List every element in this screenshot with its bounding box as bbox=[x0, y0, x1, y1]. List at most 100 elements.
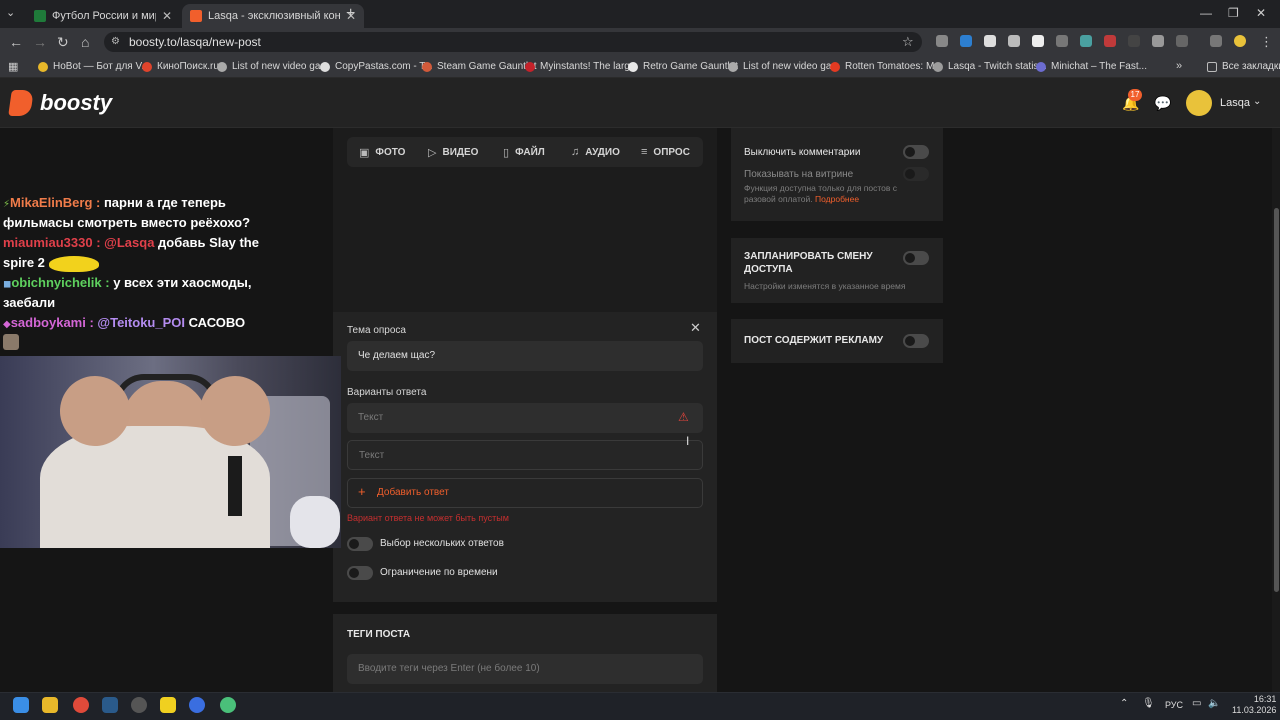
app-icon[interactable] bbox=[220, 697, 236, 713]
home-icon[interactable]: ⌂ bbox=[81, 34, 89, 50]
extension-icon[interactable] bbox=[960, 35, 972, 47]
all-bookmarks[interactable]: Все закладки bbox=[1207, 61, 1280, 72]
maximize-icon[interactable]: ❐ bbox=[1228, 6, 1239, 20]
tab-search-icon[interactable]: ⌄ bbox=[6, 6, 15, 19]
bookmark-item[interactable]: CopyPastas.com - T... bbox=[320, 61, 433, 72]
disable-comments-toggle[interactable] bbox=[903, 145, 929, 159]
bookmark-item[interactable]: Lasqa - Twitch statis... bbox=[933, 61, 1047, 72]
answer-input-1[interactable]: Текст bbox=[347, 403, 703, 433]
image-icon: ▣ bbox=[359, 147, 370, 159]
extension-icon[interactable] bbox=[1008, 35, 1020, 47]
add-answer-button[interactable]: + Добавить ответ bbox=[347, 478, 703, 508]
ad-title: ПОСТ СОДЕРЖИТ РЕКЛАМУ bbox=[744, 335, 884, 346]
bookmark-item[interactable]: Retro Game Gauntlet bbox=[628, 61, 738, 72]
extension-icon[interactable] bbox=[1032, 35, 1044, 47]
site-info-icon[interactable]: ⚙ bbox=[111, 36, 120, 47]
extensions-puzzle-icon[interactable] bbox=[1176, 35, 1188, 47]
boosty-wordmark[interactable]: boosty bbox=[40, 90, 112, 116]
chrome-icon[interactable] bbox=[73, 697, 89, 713]
profile-icon[interactable] bbox=[1234, 35, 1246, 47]
audio-button[interactable]: ♫ АУДИО bbox=[571, 146, 620, 158]
showcase-toggle bbox=[903, 167, 929, 181]
reload-icon[interactable]: ↻ bbox=[57, 34, 69, 51]
browser-tab-football[interactable]: Футбол России и мира 2026 - ✕ bbox=[26, 4, 180, 28]
site-header bbox=[0, 78, 1280, 128]
chat-line: ◼obichnyichelik : у всех эти хаосмоды, bbox=[3, 275, 252, 290]
file-explorer-icon[interactable] bbox=[42, 697, 58, 713]
more-bookmarks-icon[interactable]: » bbox=[1176, 60, 1182, 72]
file-button[interactable]: ▯ ФАЙЛ bbox=[503, 146, 545, 159]
browser-tab-lasqa[interactable]: Lasqa - эксклюзивный контен ✕ bbox=[182, 4, 364, 28]
schedule-title: ЗАПЛАНИРОВАТЬ СМЕНУ ДОСТУПА bbox=[744, 251, 873, 275]
poll-button[interactable]: ≡ ОПРОС bbox=[641, 146, 690, 158]
avatar[interactable] bbox=[1186, 90, 1212, 116]
warning-icon: ⚠ bbox=[678, 410, 689, 424]
obs-icon[interactable] bbox=[131, 697, 147, 713]
bookmark-item[interactable]: List of new video ga... bbox=[728, 61, 840, 72]
extension-icon[interactable] bbox=[1104, 35, 1116, 47]
video-button[interactable]: ▷ ВИДЕО bbox=[428, 146, 478, 159]
time-limit-toggle[interactable] bbox=[347, 566, 373, 580]
back-icon[interactable]: ← bbox=[9, 34, 23, 50]
tags-input[interactable]: Вводите теги через Enter (не более 10) bbox=[347, 654, 703, 684]
showcase-note: Функция доступна только для постов с раз… bbox=[744, 183, 898, 204]
microphone-icon[interactable]: 🎙 bbox=[1142, 698, 1155, 709]
bookmark-item[interactable]: НоBot — Бот для V... bbox=[38, 61, 150, 72]
bookmark-item[interactable]: Minichat – The Fast... bbox=[1036, 61, 1147, 72]
notification-badge: 17 bbox=[1128, 89, 1142, 101]
bookmark-star-icon[interactable]: ☆ bbox=[902, 34, 914, 50]
scrollbar-thumb[interactable] bbox=[1274, 208, 1279, 592]
volume-icon[interactable]: 🔈 bbox=[1208, 698, 1220, 709]
tags-title: ТЕГИ ПОСТА bbox=[347, 629, 411, 640]
tab-title: Lasqa - эксклюзивный контен bbox=[208, 10, 340, 22]
close-window-icon[interactable]: ✕ bbox=[1256, 6, 1266, 20]
schedule-toggle[interactable] bbox=[903, 251, 929, 265]
menu-kebab-icon[interactable]: ⋮ bbox=[1260, 34, 1273, 50]
chat-line: ⚡MikaElinBerg : парни а где теперь bbox=[3, 195, 226, 210]
username[interactable]: Lasqa bbox=[1220, 97, 1250, 109]
minimize-icon[interactable]: — bbox=[1200, 6, 1212, 20]
app-icon[interactable] bbox=[160, 697, 176, 713]
network-icon[interactable]: ▭ bbox=[1192, 698, 1201, 709]
file-icon: ▯ bbox=[503, 147, 510, 159]
tab-favicon bbox=[190, 10, 202, 22]
answer-input-2[interactable]: Текст bbox=[347, 440, 703, 470]
apps-grid-icon[interactable]: ▦ bbox=[8, 60, 18, 73]
steam-icon[interactable] bbox=[102, 697, 118, 713]
bookmark-item[interactable]: Rotten Tomatoes: M... bbox=[830, 61, 943, 72]
messages-icon[interactable]: 💬 bbox=[1154, 95, 1171, 112]
new-tab-icon[interactable]: + bbox=[346, 5, 355, 23]
multiple-choice-toggle[interactable] bbox=[347, 537, 373, 551]
extension-icon[interactable] bbox=[984, 35, 996, 47]
more-link[interactable]: Подробнее bbox=[815, 194, 859, 204]
plus-icon: + bbox=[358, 484, 366, 499]
list-icon: ≡ bbox=[641, 146, 648, 158]
extension-icon[interactable] bbox=[1080, 35, 1092, 47]
poll-topic-input[interactable]: Че делаем щас? bbox=[347, 341, 703, 371]
forward-icon[interactable]: → bbox=[33, 34, 47, 50]
close-icon[interactable]: ✕ bbox=[690, 320, 701, 336]
windows-start-icon[interactable] bbox=[13, 697, 29, 713]
tray-chevron-icon[interactable]: ⌃ bbox=[1120, 698, 1128, 709]
tab-close-icon[interactable]: ✕ bbox=[162, 9, 172, 23]
bookmark-item[interactable]: List of new video ga... bbox=[217, 61, 329, 72]
bookmark-item[interactable]: Steam Game Gauntlet bbox=[422, 61, 537, 72]
app-icon[interactable] bbox=[189, 697, 205, 713]
error-message: Вариант ответа не может быть пустым bbox=[347, 513, 509, 523]
bookmark-item[interactable]: Myinstants! The larg... bbox=[525, 61, 638, 72]
extension-icon[interactable] bbox=[936, 35, 948, 47]
chat-line: заебали bbox=[3, 295, 56, 310]
extension-icon[interactable] bbox=[1152, 35, 1164, 47]
extension-icon[interactable] bbox=[1128, 35, 1140, 47]
ad-toggle[interactable] bbox=[903, 334, 929, 348]
text-cursor-icon: I bbox=[686, 434, 690, 448]
photo-button[interactable]: ▣ ФОТО bbox=[359, 146, 405, 159]
clock[interactable]: 16:31 11.03.2026 bbox=[1232, 694, 1276, 716]
webcam-overlay bbox=[0, 356, 341, 548]
emote-icon bbox=[3, 334, 19, 350]
bookmark-item[interactable]: КиноПоиск.ru bbox=[142, 61, 219, 72]
chevron-down-icon[interactable]: ⌄ bbox=[1253, 96, 1261, 107]
language-indicator[interactable]: РУС bbox=[1165, 700, 1183, 710]
reading-list-icon[interactable] bbox=[1210, 35, 1222, 47]
extension-icon[interactable] bbox=[1056, 35, 1068, 47]
